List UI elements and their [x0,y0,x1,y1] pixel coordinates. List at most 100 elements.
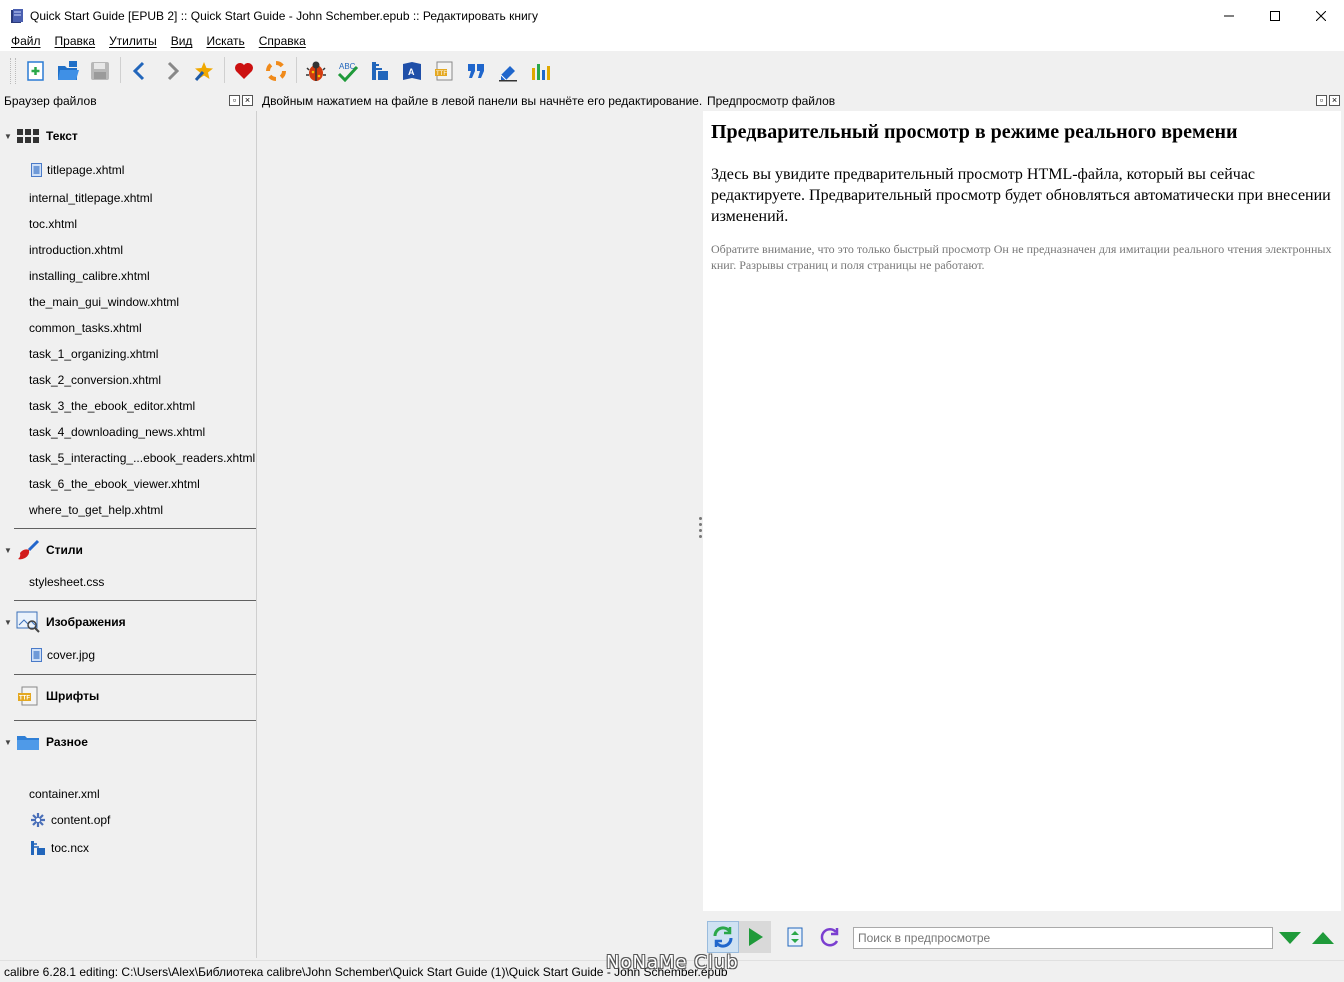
watermark-text: NoNaMe Club [606,952,739,973]
file-item[interactable]: task_5_interacting_...ebook_readers.xhtm… [29,451,255,465]
expand-arrow-icon[interactable]: ▼ [0,738,16,747]
close-panel-icon[interactable]: × [242,95,253,106]
category-styles[interactable]: ▼ Стили [0,537,257,563]
category-fonts[interactable]: TTF Шрифты [0,683,257,709]
category-images[interactable]: ▼ Изображения [0,609,257,635]
file-item[interactable]: task_4_downloading_news.xhtml [29,425,205,439]
preview-search-input[interactable]: Поиск в предпросмотре [853,927,1273,949]
find-next-icon[interactable] [1276,926,1304,950]
category-divider [14,600,256,601]
smart-quotes-icon[interactable] [461,56,491,86]
menu-help[interactable]: Справка [252,34,313,48]
stats-icon[interactable] [525,56,555,86]
file-browser-panel: Браузер файлов ▫ × ▼ Текст titlepage.xht… [0,91,257,958]
file-item[interactable]: introduction.xhtml [29,243,123,257]
preview-toolbar: Поиск в предпросмотре [703,916,1344,958]
image-magnifier-icon [16,610,40,634]
file-item[interactable]: task_2_conversion.xhtml [29,373,161,387]
undo-icon[interactable] [125,56,155,86]
menu-edit[interactable]: Правка [48,34,103,48]
reports-icon[interactable]: A [397,56,427,86]
toolbar-grip[interactable] [10,58,16,84]
category-label: Изображения [46,615,126,629]
image-file-icon [29,648,43,662]
help-ring-icon[interactable] [261,56,291,86]
font-file-icon: TTF [16,684,40,708]
file-item[interactable]: stylesheet.css [29,575,104,589]
file-item[interactable]: task_3_the_ebook_editor.xhtml [29,399,195,413]
text-grid-icon [16,124,40,148]
redo-icon[interactable] [157,56,187,86]
category-label: Разное [46,735,88,749]
editor-hint: Двойным нажатием на файле в левой панели… [262,93,703,108]
file-item[interactable]: content.opf [29,813,110,827]
calibre-app-icon [9,8,25,24]
file-tree: ▼ Текст titlepage.xhtml internal_titlepa… [0,111,257,958]
auto-reload-icon[interactable] [707,921,739,953]
close-window-button[interactable] [1298,0,1344,31]
category-divider [14,720,256,721]
file-preview-header: Предпросмотр файлов ▫ × [703,91,1344,110]
title-bar: Quick Start Guide [EPUB 2] :: Quick Star… [0,0,1344,31]
embed-fonts-icon[interactable]: TTF [429,56,459,86]
file-item[interactable]: where_to_get_help.xhtml [29,503,163,517]
file-item[interactable]: common_tasks.xhtml [29,321,142,335]
category-divider [14,674,256,675]
file-item[interactable]: container.xml [29,787,100,801]
file-item[interactable]: task_1_organizing.xhtml [29,347,158,361]
checkpoint-icon[interactable] [189,56,219,86]
maximize-button[interactable] [1252,0,1298,31]
toolbar-separator [116,57,124,85]
play-icon[interactable] [739,921,771,953]
file-item[interactable]: toc.xhtml [29,217,77,231]
svg-text:TTF: TTF [19,696,30,702]
window-title: Quick Start Guide [EPUB 2] :: Quick Star… [30,8,539,23]
menu-view[interactable]: Вид [164,34,200,48]
file-item[interactable]: task_6_the_ebook_viewer.xhtml [29,477,200,491]
menu-search[interactable]: Искать [199,34,251,48]
folder-icon [16,730,40,754]
save-icon[interactable] [85,56,115,86]
file-browser-header: Браузер файлов ▫ × [0,91,257,110]
new-file-icon[interactable] [21,56,51,86]
refresh-preview-icon[interactable] [814,921,846,953]
category-label: Шрифты [46,689,100,703]
check-book-icon[interactable] [301,56,331,86]
expand-arrow-icon[interactable]: ▼ [0,618,16,627]
spellcheck-icon[interactable]: ABC [333,56,363,86]
close-panel-icon[interactable]: × [1329,95,1340,106]
sync-scroll-icon[interactable] [779,921,811,953]
menu-file[interactable]: Файл [4,34,48,48]
category-divider [14,528,256,529]
category-text[interactable]: ▼ Текст [0,123,257,149]
live-preview: Предварительный просмотр в режиме реальн… [703,111,1341,911]
minimize-button[interactable] [1206,0,1252,31]
file-item[interactable]: installing_calibre.xhtml [29,269,150,283]
file-preview-panel: Предпросмотр файлов ▫ × Предварительный … [703,91,1344,958]
menu-tools[interactable]: Утилиты [102,34,164,48]
open-book-icon[interactable] [53,56,83,86]
image-file-icon [29,163,43,177]
app-window: { "window": { "title": "Quick Start Guid… [0,0,1344,982]
editor-panel: Двойным нажатием на файле в левой панели… [259,91,703,958]
find-previous-icon[interactable] [1309,926,1337,950]
file-item[interactable]: titlepage.xhtml [29,163,124,177]
file-item[interactable]: toc.ncx [29,841,89,855]
expand-arrow-icon[interactable]: ▼ [0,546,16,555]
category-misc[interactable]: ▼ Разное [0,729,257,755]
file-item[interactable]: cover.jpg [29,648,95,662]
toc-icon[interactable] [365,56,395,86]
file-item[interactable]: internal_titlepage.xhtml [29,191,152,205]
editor-area[interactable] [259,111,699,958]
file-item[interactable]: the_main_gui_window.xhtml [29,295,179,309]
svg-text:A: A [408,67,415,77]
preview-note: Обратите внимание, что это только быстры… [711,242,1332,272]
float-panel-icon[interactable]: ▫ [229,95,240,106]
paintbrush-icon [16,538,40,562]
preview-paragraph: Здесь вы увидите предварительный просмот… [711,166,1331,225]
expand-arrow-icon[interactable]: ▼ [0,132,16,141]
main-toolbar: ABC A TTF [0,51,1344,91]
remove-unused-css-icon[interactable] [493,56,523,86]
donate-heart-icon[interactable] [229,56,259,86]
float-panel-icon[interactable]: ▫ [1316,95,1327,106]
